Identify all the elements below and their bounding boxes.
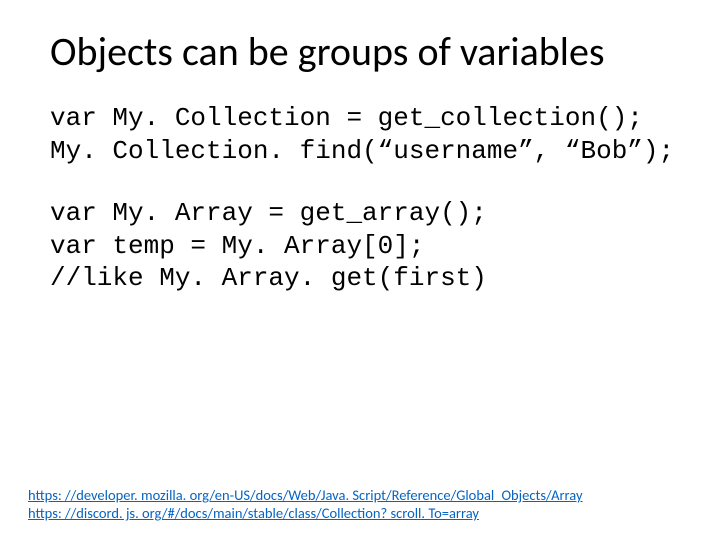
code-line-2: My. Collection. find(“username”, “Bob”); — [50, 136, 674, 166]
code-line-1: var My. Collection = get_collection(); — [50, 103, 643, 133]
code-line-5: //like My. Array. get(first) — [50, 263, 487, 293]
link-discordjs-collection[interactable]: https: //discord. js. org/#/docs/main/st… — [28, 504, 583, 522]
code-line-4: var temp = My. Array[0]; — [50, 231, 424, 261]
link-mdn-array[interactable]: https: //developer. mozilla. org/en-US/d… — [28, 486, 583, 504]
slide: Objects can be groups of variables var M… — [0, 0, 720, 540]
code-block: var My. Collection = get_collection(); M… — [50, 102, 680, 295]
page-title: Objects can be groups of variables — [50, 30, 680, 74]
code-line-3: var My. Array = get_array(); — [50, 198, 487, 228]
reference-links: https: //developer. mozilla. org/en-US/d… — [28, 486, 583, 522]
